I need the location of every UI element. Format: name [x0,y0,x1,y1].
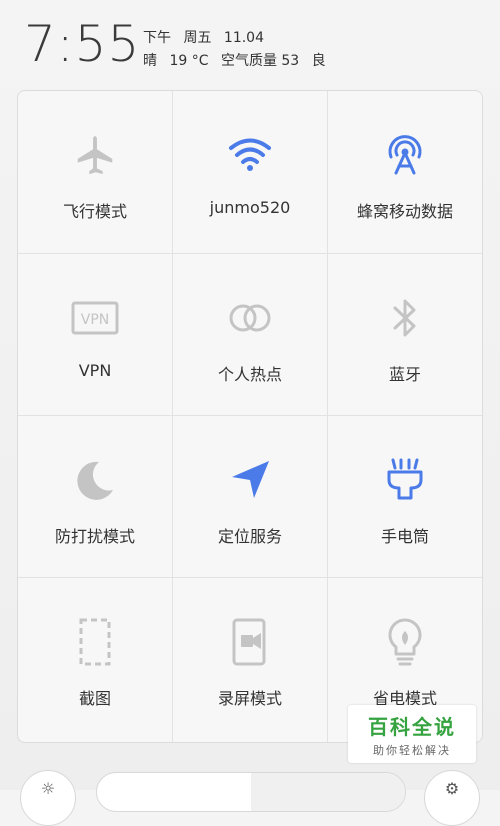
watermark-logo: 百科全说 助你轻松解决 [348,705,476,763]
tile-label: 定位服务 [217,527,282,546]
cellular-data-icon [381,131,429,179]
air-level-label: 良 [311,53,326,69]
wifi-icon [226,131,274,179]
weekday-label: 周五 [183,30,212,46]
screen-record-icon [226,618,274,666]
tile-label: 飞行模式 [62,202,127,221]
flashlight-icon [381,456,429,504]
tile-label: 个人热点 [217,365,282,384]
tile-label: VPN [78,361,112,380]
tile-label: junmo520 [209,198,291,217]
weather-label: 晴 [143,53,157,69]
tile-cellular-data[interactable]: 蜂窝移动数据 [328,91,482,254]
tile-label: 防打扰模式 [54,527,135,546]
tile-label: 蜂窝移动数据 [356,202,453,221]
brightness-slider[interactable] [96,772,406,812]
watermark-title: 百科全说 [368,715,456,739]
tile-flashlight[interactable]: 手电筒 [328,416,482,578]
tile-airplane-mode[interactable]: 飞行模式 [18,91,173,254]
tile-label: 手电筒 [380,527,429,546]
quick-settings-panel: 飞行模式 junmo520 蜂窝移动数据 VPN VPN 个人热点 蓝牙 防打扰… [17,90,483,743]
sun-icon: ☼ [40,779,56,798]
tile-bluetooth[interactable]: 蓝牙 [328,254,482,416]
vpn-icon: VPN [71,294,119,342]
brightness-auto-button[interactable]: ☼ [20,770,76,826]
tile-hotspot[interactable]: 个人热点 [173,254,328,416]
tile-do-not-disturb[interactable]: 防打扰模式 [18,416,173,578]
bluetooth-icon [381,294,429,342]
gear-icon: ⚙ [444,779,460,798]
date-label: 11.04 [223,30,264,46]
tile-vpn[interactable]: VPN VPN [18,254,173,416]
moon-icon [71,456,119,504]
svg-text:VPN: VPN [81,312,110,328]
tile-label: 截图 [78,689,111,708]
airplane-icon [71,131,119,179]
tile-location[interactable]: 定位服务 [173,416,328,578]
ampm-label: 下午 [143,30,171,46]
status-header: 7:55 下午 周五 11.04 晴 19 °C 空气质量 53 良 [0,0,500,90]
screenshot-icon [71,618,119,666]
tile-wifi[interactable]: junmo520 [173,91,328,254]
tile-label: 录屏模式 [217,689,282,708]
clock-time: 7:55 [24,15,141,73]
hotspot-icon [226,294,274,342]
brightness-slider-track [251,773,405,811]
quick-settings-grid: 飞行模式 junmo520 蜂窝移动数据 VPN VPN 个人热点 蓝牙 防打扰… [18,91,482,742]
power-saving-bulb-icon [381,618,429,666]
date-line: 下午 周五 11.04 [143,27,272,47]
tile-screen-record[interactable]: 录屏模式 [173,578,328,742]
weather-line: 晴 19 °C 空气质量 53 良 [143,50,334,70]
air-quality-label: 空气质量 53 [220,53,300,69]
location-arrow-icon [226,456,274,504]
watermark-subtitle: 助你轻松解决 [373,744,451,757]
tile-screenshot[interactable]: 截图 [18,578,173,742]
settings-button[interactable]: ⚙ [424,770,480,826]
temperature-label: 19 °C [169,53,209,69]
tile-label: 蓝牙 [388,365,421,384]
